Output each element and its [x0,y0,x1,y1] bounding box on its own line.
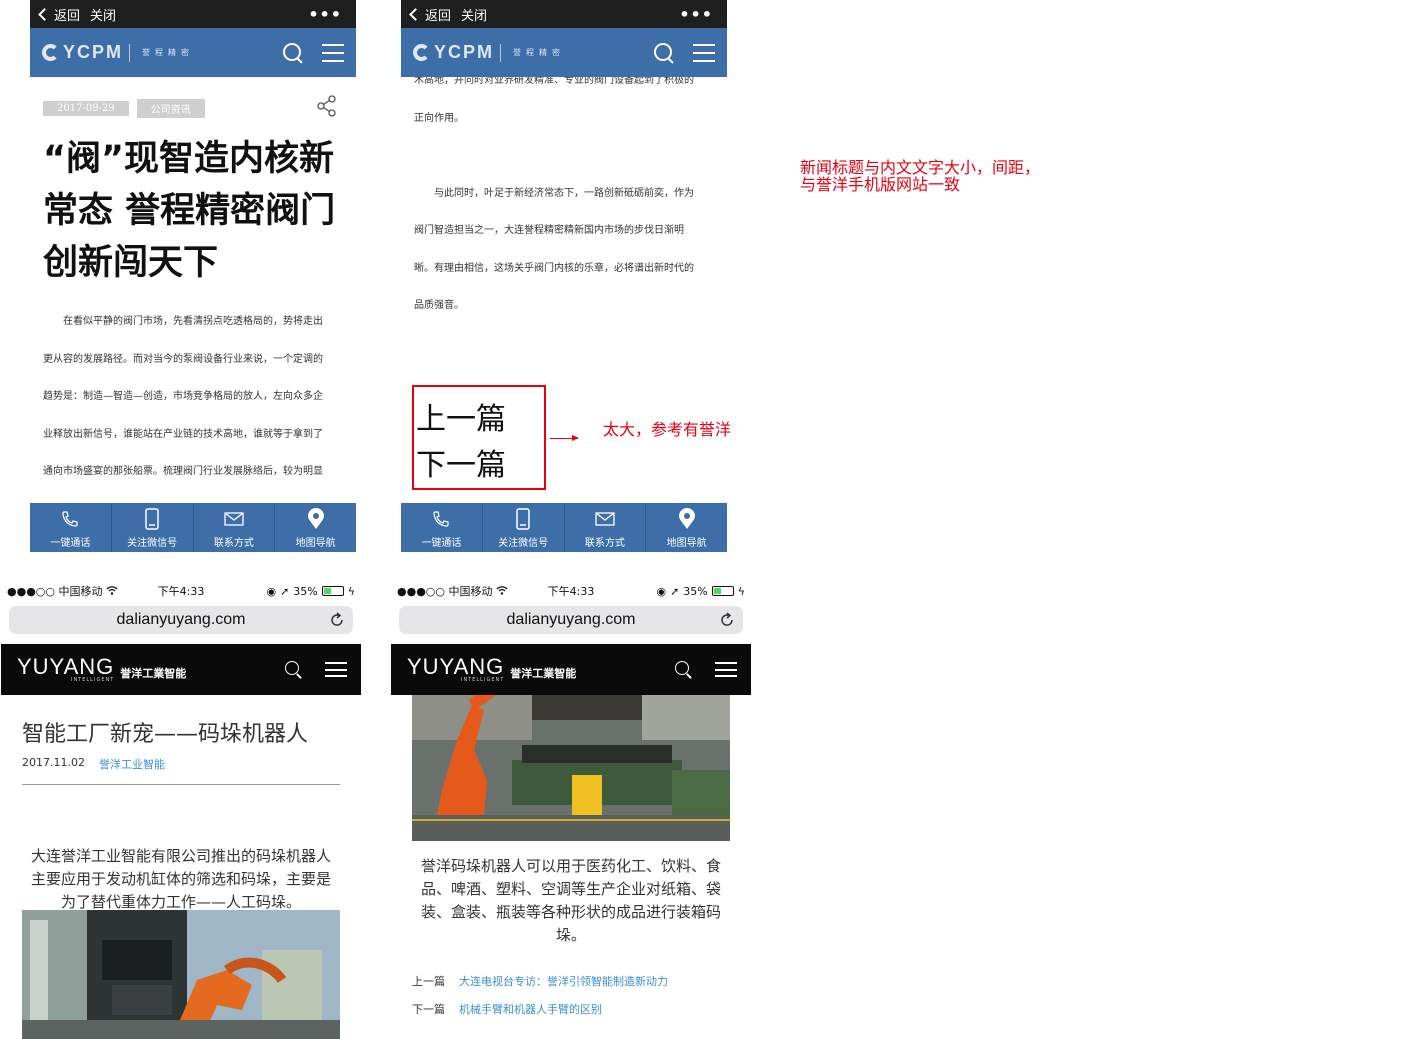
site-header: YUYANG INTELLIGENT 誉洋工業智能 [1,644,361,695]
ycpm-logo[interactable]: YCPM 誉程精密 [42,42,194,63]
location-icon: ➚ [670,584,680,598]
back-button[interactable]: 返回 [409,5,451,24]
charging-icon: ϟ [347,584,355,598]
ycpm-logo[interactable]: YCPM 誉程精密 [413,42,565,63]
article-paragraph: 大连誉洋工业智能有限公司推出的码垛机器人 主要应用于发动机缸体的筛选和码垛，主要… [30,847,331,911]
dock-contact[interactable]: 联系方式 [565,503,647,552]
close-button[interactable]: 关闭 [461,5,487,24]
dock-wechat[interactable]: 关注微信号 [112,503,194,552]
prev-article-link[interactable]: 上一篇 [416,397,544,443]
more-button[interactable]: ••• [308,5,342,24]
article-date: 2017-09-29 [43,100,129,116]
rotation-lock-icon: ◉ [266,584,277,598]
site-header: YCPM 誉程精密 [401,28,727,77]
wechat-nav-bar: 返回 关闭 ••• [30,0,356,28]
factory-photo [412,680,730,841]
article-paragraph: 誉洋码垛机器人可以用于医药化工、饮料、食 品、啤酒、塑料、空调等生产企业对纸箱、… [420,857,721,944]
dock-contact[interactable]: 联系方式 [194,503,276,552]
yuyang-logo[interactable]: YUYANG INTELLIGENT 誉洋工業智能 [17,655,186,683]
annotation-title-note: 新闻标题与内文文字大小，间距， 与誉洋手机版网站一致 [800,158,1041,194]
divider [22,784,340,785]
dock-map[interactable]: 地图导航 [646,503,727,552]
wifi-icon [106,585,118,598]
map-pin-icon [678,507,696,531]
menu-icon[interactable] [322,43,344,62]
yuyang-logo[interactable]: YUYANG INTELLIGENT 誉洋工業智能 [407,655,576,683]
logo-swirl-icon [42,44,59,61]
url-text: dalianyuyang.com [116,611,246,628]
logo-swirl-icon [413,44,430,61]
article-body: 在看似平静的阀门市场，先看清拐点吃透格局的，势将走出 更从容的发展路径。而对当今… [43,316,327,515]
phone-yuyang-article-bottom: ●●●○○ 中国移动 下午4:33 ◉ ➚ 35% ϟ dalianyuyang.co… [391,580,751,1039]
mobile-icon [145,507,159,531]
reload-icon[interactable] [720,612,734,632]
map-pin-icon [307,507,325,531]
article-content: 智能工厂新宠——码垛机器人 2017.11.02 誉洋工业智能 大连誉洋工业智能… [22,716,340,914]
bottom-dock: 一键通话 关注微信号 联系方式 地图导航 [401,503,727,552]
mobile-icon [516,507,530,531]
search-icon[interactable] [284,660,303,679]
wechat-nav-bar: 返回 关闭 ••• [401,0,727,28]
phone-icon [431,507,451,531]
prev-next-highlight: 上一篇 下一篇 [412,385,546,490]
dock-call[interactable]: 一键通话 [401,503,483,552]
chevron-left-icon [409,7,422,21]
carrier-label: ●●●○○ 中国移动 [7,585,103,598]
article-category[interactable]: 公司资讯 [136,98,205,118]
article-date: 2017.11.02 [22,756,85,769]
phone-yuyang-article-top: ●●●○○ 中国移动 下午4:33 ◉ ➚ 35% ϟ dalianyuyang.co… [1,580,361,1039]
battery-percent: 35% [293,584,318,598]
rotation-lock-icon: ◉ [656,584,667,598]
battery-icon [321,586,344,596]
dock-wechat[interactable]: 关注微信号 [483,503,565,552]
annotation-arrow [550,435,579,441]
search-icon[interactable] [674,660,693,679]
article-content: 2017-09-29 公司资讯 “阀”现智造内核新常态 誉程精密阀门创新闯天下 … [30,77,356,528]
phone-ycpm-article-bottom: 术高地，并同时对业界研发精准、专业的阀门设备起到了积极的 正向作用。 与此同时，… [401,0,727,552]
carrier-label: ●●●○○ 中国移动 [397,585,493,598]
menu-icon[interactable] [325,662,347,677]
annotation-prevnext: 太大，参考有誉洋 [603,420,732,439]
next-article-row: 下一篇 机械手臂和机器人手臂的区别 [412,1001,602,1017]
charging-icon: ϟ [737,584,745,598]
article-category[interactable]: 誉洋工业智能 [99,756,165,772]
prev-article-row: 上一篇 大连电视台专访：誉洋引领智能制造新动力 [412,973,668,989]
next-article-link[interactable]: 下一篇 [416,443,544,489]
prev-article-link[interactable]: 大连电视台专访：誉洋引领智能制造新动力 [459,973,668,989]
address-bar[interactable]: dalianyuyang.com [399,606,743,634]
search-icon[interactable] [282,42,304,64]
search-icon[interactable] [653,42,675,64]
phone-icon [60,507,80,531]
menu-icon[interactable] [693,43,715,62]
site-header: YCPM 誉程精密 [30,28,356,77]
site-header: YUYANG INTELLIGENT 誉洋工業智能 [391,644,751,695]
battery-percent: 35% [683,584,708,598]
location-icon: ➚ [280,584,290,598]
address-bar[interactable]: dalianyuyang.com [9,606,353,634]
dock-map[interactable]: 地图导航 [275,503,356,552]
battery-icon [711,586,734,596]
share-icon[interactable] [317,95,337,121]
close-button[interactable]: 关闭 [90,5,116,24]
menu-icon[interactable] [715,662,737,677]
next-article-link[interactable]: 机械手臂和机器人手臂的区别 [459,1001,602,1017]
article-content: 术高地，并同时对业界研发精准、专业的阀门设备起到了积极的 正向作用。 与此同时，… [414,75,694,311]
reload-icon[interactable] [330,612,344,632]
url-text: dalianyuyang.com [506,611,636,628]
mail-icon [224,507,244,531]
article-title: “阀”现智造内核新常态 誉程精密阀门创新闯天下 [43,139,336,283]
factory-photo [22,910,340,1039]
ios-status-bar: ●●●○○ 中国移动 下午4:33 ◉ ➚ 35% ϟ [1,580,361,602]
mail-icon [595,507,615,531]
article-title: 智能工厂新宠——码垛机器人 [22,722,309,747]
bottom-dock: 一键通话 关注微信号 联系方式 地图导航 [30,503,356,552]
wifi-icon [496,585,508,598]
phone-ycpm-article-top: 返回 关闭 ••• YCPM 誉程精密 2017-09-29 公司资讯 “阀”现… [30,0,356,552]
back-button[interactable]: 返回 [38,5,80,24]
ios-status-bar: ●●●○○ 中国移动 下午4:33 ◉ ➚ 35% ϟ [391,580,751,602]
dock-call[interactable]: 一键通话 [30,503,112,552]
more-button[interactable]: ••• [679,5,713,24]
chevron-left-icon [38,7,51,21]
